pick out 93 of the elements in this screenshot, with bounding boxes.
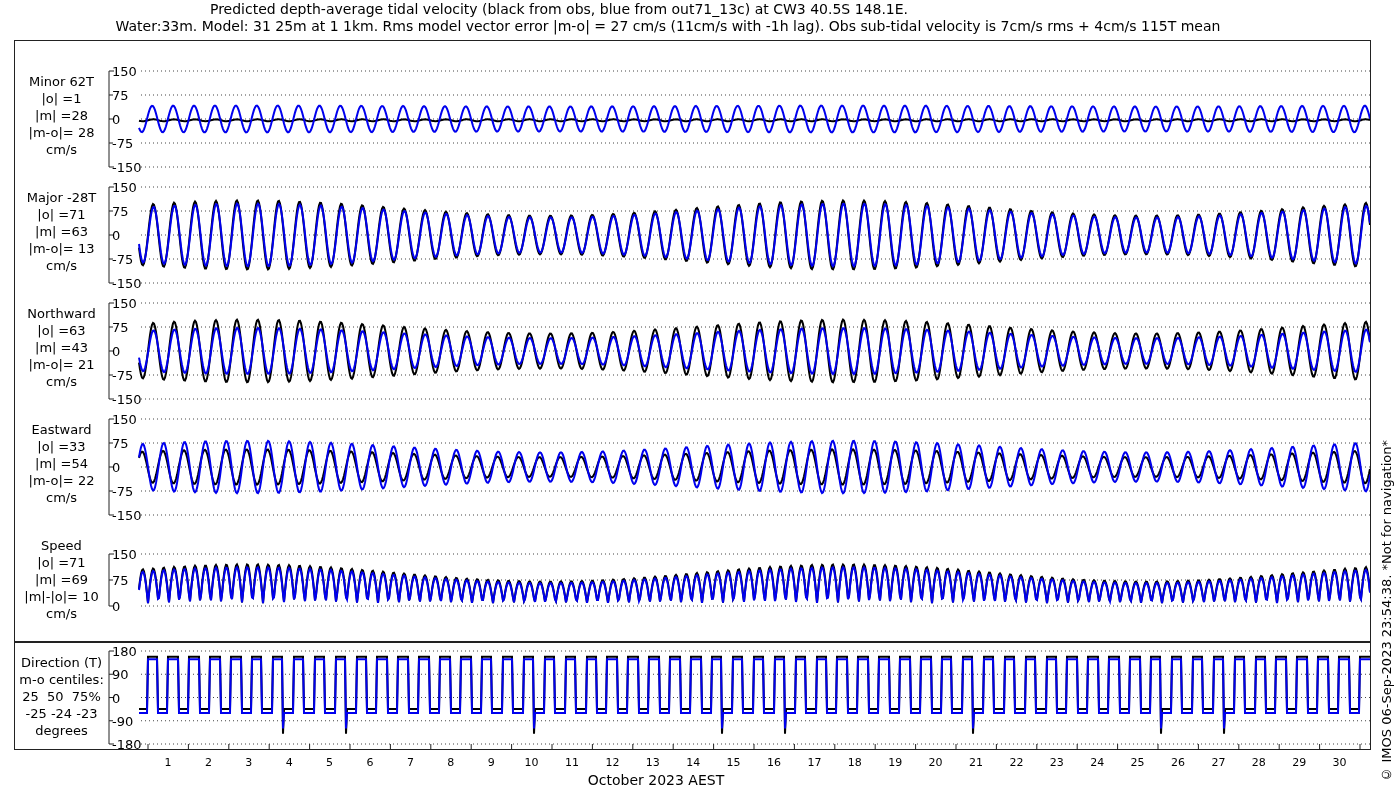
copyright-note: © IMOS 06-Sep-2023 23:54:38. *Not for navigation*: [1378, 440, 1394, 782]
axis-tick-label: 26: [1171, 756, 1185, 769]
stat-label: |m|-|o|= 10: [24, 587, 99, 605]
stat-label: |m| =43: [35, 338, 88, 356]
axis-tick-label: 28: [1251, 756, 1266, 769]
axis-tick-label: 20: [928, 756, 943, 769]
axis-title: October 2023 AEST: [586, 772, 726, 788]
stat-label: |m| =54: [35, 454, 88, 472]
chart-title: Water:33m. Model: 31 25m at 1 1km. Rms model vector error |m-o| = 27 cm/s (11cm/s with -1h lag). Obs sub-tidal velocity is 7cm/s rms + 4cm/s 115T mean: [114, 18, 1222, 35]
stat-label: cm/s: [46, 488, 77, 506]
axis-tick-label: 0: [112, 599, 121, 614]
stat-label: |m-o|= 13: [28, 239, 95, 257]
axis-tick-label: 29: [1292, 756, 1307, 769]
axis-tick-label: 7: [406, 756, 414, 769]
axis-tick-label: 2: [204, 756, 212, 769]
stat-label: |m-o|= 22: [28, 471, 95, 489]
axis-tick-label: 75: [112, 436, 129, 451]
axis-tick-label: 0: [112, 228, 121, 243]
stat-label: Speed: [41, 536, 82, 554]
axis-tick-label: 27: [1211, 756, 1226, 769]
stat-label: |m-o|= 28: [28, 123, 95, 141]
axis-tick-label: 16: [767, 756, 781, 769]
stat-label: 25 50 75%: [22, 687, 101, 705]
axis-tick-label: 11: [565, 756, 579, 769]
axis-tick-label: 25: [1130, 756, 1145, 769]
stat-label: |o| =71: [37, 205, 86, 223]
stat-label: cm/s: [46, 604, 77, 622]
axis-tick-label: 9: [487, 756, 495, 769]
stat-label: m-o centiles:: [19, 670, 104, 688]
axis-tick-label: 90: [112, 667, 129, 683]
axis-tick-label: 150: [112, 180, 137, 195]
stat-label: Northward: [27, 304, 96, 322]
axis-tick-label: 13: [645, 756, 660, 769]
axis-tick-label: 150: [112, 412, 137, 427]
axis-tick-label: 0: [112, 344, 121, 359]
axis-tick-label: 150: [112, 296, 137, 311]
stat-label: Major -28T: [26, 188, 97, 206]
axis-tick-label: 22: [1009, 756, 1024, 769]
axis-tick-label: 180: [112, 644, 137, 659]
axis-tick-label: 30: [1332, 756, 1347, 769]
axis-tick-label: 0: [112, 112, 121, 127]
axis-tick-label: -75: [112, 252, 134, 267]
stat-label: |m| =28: [35, 106, 88, 124]
stat-label: |o| =71: [37, 553, 86, 571]
stat-label: Direction (T): [21, 653, 102, 671]
axis-tick-label: 3: [245, 756, 253, 769]
axis-tick-label: 150: [112, 64, 137, 79]
axis-tick-label: 17: [807, 756, 822, 769]
axis-tick-label: 6: [366, 756, 374, 769]
stat-label: |o| =63: [37, 321, 86, 339]
axis-tick-label: 8: [447, 756, 455, 769]
axis-tick-label: 19: [888, 756, 903, 769]
axis-tick-label: 150: [112, 547, 137, 562]
axis-tick-label: 75: [112, 88, 129, 103]
axis-tick-label: 10: [524, 756, 539, 769]
stat-label: cm/s: [46, 372, 77, 390]
axis-tick-label: 75: [112, 573, 129, 588]
stat-label: cm/s: [46, 140, 77, 158]
axis-tick-label: -90: [112, 713, 134, 729]
stat-label: cm/s: [46, 256, 77, 274]
axis-tick-label: 14: [686, 756, 701, 769]
axis-tick-label: 4: [285, 756, 293, 769]
chart-title: Predicted depth-average tidal velocity (black from obs, blue from out71_13c) at CW3 40.5S 148.1E.: [208, 1, 910, 18]
axis-tick-label: 24: [1090, 756, 1105, 769]
stat-label: |m| =63: [35, 222, 88, 240]
axis-tick-label: 21: [969, 756, 983, 769]
stat-label: -25 -24 -23: [25, 704, 98, 722]
stat-label: |o| =33: [37, 437, 86, 455]
stat-label: |m| =69: [35, 570, 88, 588]
axis-tick-label: 5: [326, 756, 334, 769]
axis-line: [108, 553, 115, 607]
stat-label: |o| =1: [41, 89, 82, 107]
axis-tick-label: -75: [112, 136, 134, 151]
axis-tick-label: 1: [164, 756, 172, 769]
axis-tick-label: 15: [726, 756, 741, 769]
axis-tick-label: -150: [112, 508, 142, 521]
axis-tick-label: 23: [1049, 756, 1064, 769]
axis-tick-label: 75: [112, 320, 129, 335]
stat-label: |m-o|= 21: [28, 355, 95, 373]
axis-tick-label: -150: [112, 392, 142, 405]
axis-tick-label: -75: [112, 368, 134, 383]
axis-tick-label: 12: [605, 756, 620, 769]
axis-tick-label: -75: [112, 484, 134, 499]
axis-tick-label: 75: [112, 204, 129, 219]
axis-tick-label: -180: [112, 737, 142, 749]
axis-tick-label: -150: [112, 160, 142, 173]
stat-label: degrees: [35, 721, 88, 739]
axis-tick-label: 18: [847, 756, 862, 769]
stat-label: Eastward: [31, 420, 92, 438]
axis-tick-label: 0: [112, 460, 121, 475]
axis-tick-label: -150: [112, 276, 142, 289]
axis-tick-label: 0: [112, 690, 121, 706]
stat-label: Minor 62T: [29, 72, 94, 90]
